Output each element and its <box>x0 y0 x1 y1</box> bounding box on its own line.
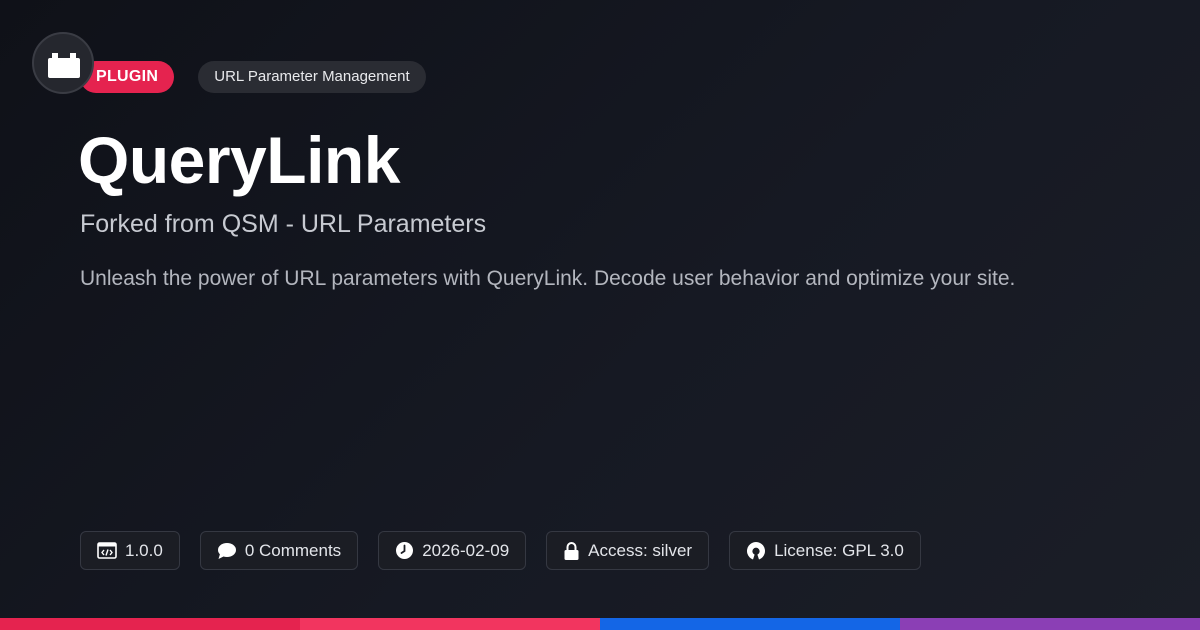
plugin-type-badge: PLUGIN <box>80 61 175 93</box>
color-stripe <box>0 618 1200 630</box>
license-text: License: GPL 3.0 <box>774 540 904 560</box>
plugin-logo <box>32 32 94 94</box>
version-pill: 1.0.0 <box>80 531 180 570</box>
stripe-segment <box>900 618 1200 630</box>
comments-pill[interactable]: 0 Comments <box>199 531 359 570</box>
category-badge[interactable]: URL Parameter Management <box>198 61 426 93</box>
plugin-description: Unleash the power of URL parameters with… <box>80 267 1016 290</box>
badge-row: PLUGIN URL Parameter Management <box>80 61 426 93</box>
date-pill: 2026-02-09 <box>378 531 527 570</box>
version-text: 1.0.0 <box>125 540 163 560</box>
license-pill: License: GPL 3.0 <box>729 531 921 570</box>
stripe-segment <box>600 618 900 630</box>
code-window-icon <box>97 542 117 559</box>
clock-icon <box>396 542 414 559</box>
page-subtitle: Forked from QSM - URL Parameters <box>80 210 487 238</box>
stripe-segment <box>300 618 600 630</box>
plugin-card: PLUGIN URL Parameter Management QueryLin… <box>0 0 1200 630</box>
access-pill: Access: silver <box>546 531 710 570</box>
page-title: QueryLink <box>78 123 400 197</box>
lock-icon <box>564 541 579 560</box>
speech-bubble-icon <box>217 542 236 559</box>
open-source-icon <box>747 541 766 559</box>
meta-row: 1.0.0 0 Comments 2026-02-09 Access: silv… <box>80 531 921 570</box>
access-text: Access: silver <box>588 540 693 560</box>
stripe-segment <box>0 618 300 630</box>
plugin-block-icon <box>48 53 80 78</box>
comments-text: 0 Comments <box>244 540 342 560</box>
date-text: 2026-02-09 <box>422 540 510 560</box>
